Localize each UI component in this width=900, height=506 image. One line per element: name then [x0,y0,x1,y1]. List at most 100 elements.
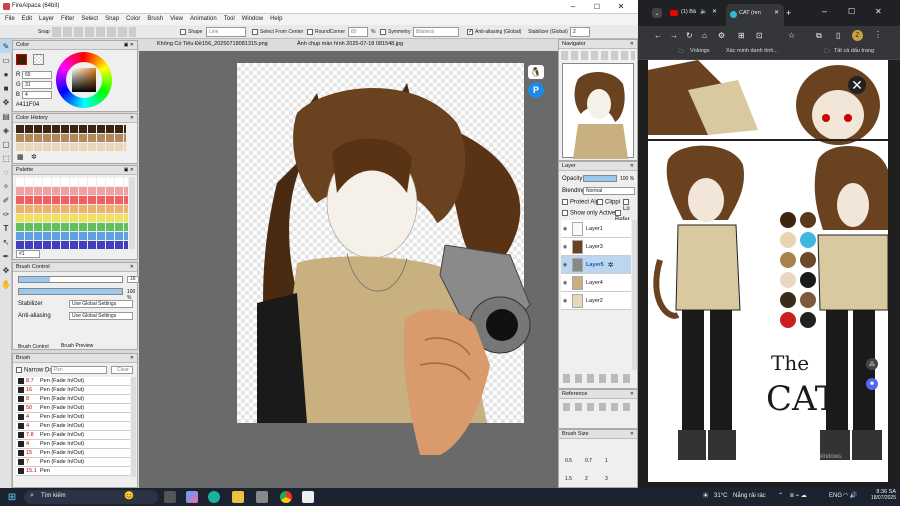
extension-icon[interactable]: ⊞ [738,31,745,40]
r-input[interactable]: 65 [22,71,52,79]
menu-select[interactable]: Select [81,14,98,25]
menu-help[interactable]: Help [270,14,282,25]
firealpaca-taskbar-icon[interactable] [302,491,314,503]
tab-menu-icon[interactable]: ⌄ [652,8,662,18]
visibility-icon[interactable]: ◉ [561,298,569,304]
chrome-tab-youtube[interactable]: (1) Bả 🔈 ✕ [668,6,722,24]
menu-brush[interactable]: Brush [147,14,163,25]
list-item[interactable]: 8.7 Pen (Fade In/Out) [16,377,130,386]
language-indicator[interactable]: ENG [829,493,842,499]
install-icon[interactable]: ⊡ [756,31,763,40]
layer-row[interactable]: ◉ Layer4 [561,274,631,292]
menu-file[interactable]: File [5,14,15,25]
brush-size-preset[interactable]: 1.5 [565,476,572,482]
palette-grid[interactable] [16,177,128,249]
select-from-center-checkbox[interactable]: Select From Center [252,27,303,37]
home-icon[interactable]: ⌂ [702,31,707,40]
brush-size-preset[interactable]: 0.7 [585,458,592,464]
weather-text[interactable]: Nắng rải rác [733,493,766,499]
list-item[interactable]: 15 Pen (Fade In/Out) [16,449,130,458]
chrome-menu-icon[interactable]: ⋮ [874,30,882,39]
clock[interactable]: 8:36 SA 18/07/2025 [866,489,896,501]
security-icon[interactable] [256,491,268,503]
profile-avatar[interactable]: Z [852,30,863,41]
avatar-badge-icon[interactable]: 🐧 [528,65,544,79]
stabilizer-select[interactable]: 2 [570,27,590,37]
g-input[interactable]: 31 [22,81,52,89]
magic-wand-tool-icon[interactable]: ✧ [0,179,12,193]
dot-tool-icon[interactable]: ● [0,67,12,81]
list-item[interactable]: 7 Pen (Fade In/Out) [16,458,130,467]
list-item[interactable]: 8 Pen (Fade In/Out) [16,395,130,404]
layer-row[interactable]: ◉ Layer1 [561,220,631,238]
forward-icon[interactable]: → [670,31,678,40]
edge-icon[interactable] [208,491,220,503]
side-widget-icon[interactable]: ⁂ [866,358,878,370]
snap-icons[interactable] [52,27,136,37]
menu-snap[interactable]: Snap [105,14,119,25]
anti-aliasing-select[interactable]: Use Global Settings [69,312,133,320]
navigator-preview[interactable] [562,63,634,159]
reference-toolbar[interactable] [563,403,633,411]
panel-close-icon[interactable]: ▣ ✕ [124,41,134,50]
list-item[interactable]: 15.1 Pen [16,467,130,476]
layer-row[interactable]: ◉ Layer3 [561,238,631,256]
chrome-taskbar-icon[interactable] [280,491,292,503]
panel-close-icon[interactable]: ▣ ✕ [124,166,134,175]
layer-row[interactable]: ◉ Layer2 [561,292,631,310]
tab-brush-control[interactable]: Brush Control [18,344,49,350]
window-close-icon[interactable]: ✕ [875,7,882,16]
tab-close-icon[interactable]: ✕ [712,8,717,15]
hex-value[interactable]: #411F04 [16,102,39,108]
layer-settings-icon[interactable]: ✲ [608,261,614,269]
file-explorer-icon[interactable] [232,491,244,503]
history-add-icon[interactable]: ▦ [17,153,24,161]
round-corner-value[interactable]: 80 [348,27,368,37]
navigator-toolbar[interactable] [561,51,635,60]
secondary-color-swatch[interactable] [33,54,44,65]
visibility-icon[interactable]: ◉ [561,262,569,268]
window-maximize-icon[interactable]: ☐ [848,7,855,16]
menu-edit[interactable]: Edit [22,14,32,25]
clipping-checkbox[interactable]: Clippi [597,199,620,206]
taskbar-search[interactable]: ⌕ Tìm kiếm 😊 [24,490,158,504]
panel-close-icon[interactable]: ✕ [130,354,134,363]
symmetry-select[interactable]: Bilateral [413,27,459,37]
stabilizer-select[interactable]: Use Global Settings [69,300,133,308]
p-badge-icon[interactable]: P [528,82,544,98]
list-item[interactable]: 4 Pen (Fade In/Out) [16,413,130,422]
menu-view[interactable]: View [170,14,183,25]
network-volume-icons[interactable]: ◠ 🔊 [843,492,857,499]
eraser-tool-icon[interactable]: ▭ [0,53,12,67]
bookmark-all[interactable]: Tất cả dấu trang [834,48,874,54]
move-tool-icon[interactable]: ✥ [0,263,12,277]
bookmark-item[interactable]: Vnkings [690,48,710,54]
current-color-swatch[interactable] [16,54,27,65]
palette-set-select[interactable]: #1 [16,250,40,258]
anti-aliasing-checkbox[interactable]: Anti-aliasing (Global) [467,27,521,37]
round-corner-checkbox[interactable]: RoundCorner [307,27,345,37]
protect-alpha-checkbox[interactable]: Protect Alpl [562,199,600,206]
menu-tool[interactable]: Tool [224,14,235,25]
brush-size-preset[interactable]: 3 [605,476,608,482]
visibility-icon[interactable]: ◉ [561,226,569,232]
copilot-icon[interactable] [186,491,198,503]
sidebar-icon[interactable]: ▯ [836,31,840,40]
panel-close-icon[interactable]: ✕ [630,430,634,439]
tab-document-2[interactable]: Ảnh chụp màn hình 2025-07-18 081548.jpg [297,41,403,47]
discord-icon[interactable]: ☻ [866,378,878,390]
shape-checkbox[interactable]: Shape [180,27,202,37]
history-settings-icon[interactable]: ✲ [31,153,37,161]
bookmark-item[interactable]: Xác minh danh tính... [726,48,778,54]
menu-filter[interactable]: Filter [61,14,74,25]
viewer-close-icon[interactable]: ✕ [848,76,866,94]
color-wheel[interactable] [56,52,112,108]
tab-close-icon[interactable]: ✕ [774,9,779,16]
layer-row[interactable]: ◉ Layer5 ✲ [561,256,631,274]
brush-size-slider[interactable] [18,276,123,283]
window-minimize-icon[interactable]: – [822,6,827,16]
fill-tool-icon[interactable]: ■ [0,81,12,95]
tray-icons[interactable]: ⧈ ⌁ ☁ [790,492,807,500]
bookmark-star-icon[interactable]: ☆ [788,31,795,40]
site-info-icon[interactable]: ⚙ [718,31,725,40]
